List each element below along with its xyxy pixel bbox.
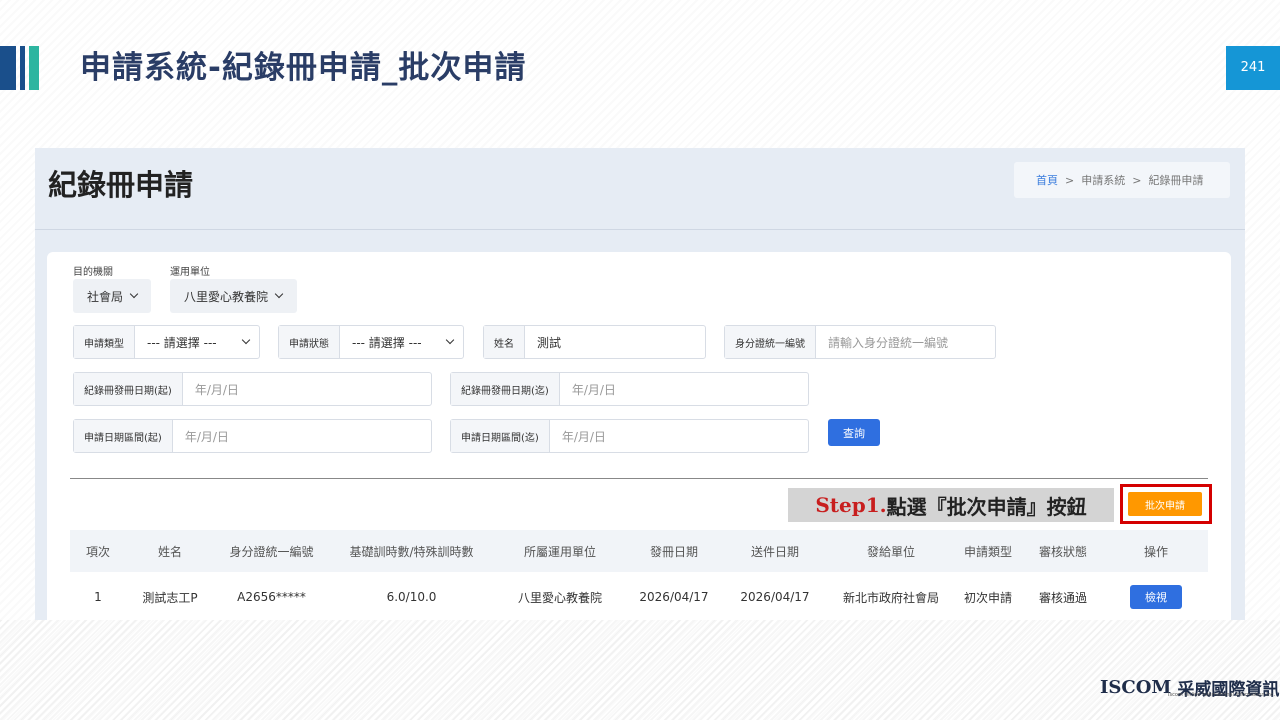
background-texture-bottom — [0, 620, 1280, 720]
name-label: 姓名 — [484, 326, 525, 358]
logo-brand: ISCOM — [1100, 676, 1172, 698]
chevron-down-icon — [241, 335, 251, 345]
breadcrumb-home-link[interactable]: 首頁 — [1036, 172, 1058, 188]
step-instruction: 點選『批次申請』按鈕 — [886, 494, 1087, 519]
apply-date-to-field[interactable]: 申請日期區間(迄) 年/月/日 — [450, 419, 809, 453]
app-screenshot: 紀錄冊申請 首頁 > 申請系統 > 紀錄冊申請 目的機關 社會局 運用單位 八里… — [35, 148, 1245, 620]
id-label: 身分證統一編號 — [725, 326, 816, 358]
page-number: 241 — [1226, 46, 1280, 90]
table-header-cell: 姓名 — [157, 544, 182, 559]
unit-value: 八里愛心教養院 — [184, 289, 269, 304]
table-header-cell: 所屬運用單位 — [523, 544, 596, 559]
step-annotation: Step1. 點選『批次申請』按鈕 — [788, 488, 1114, 522]
chevron-down-icon — [445, 335, 455, 345]
apply-date-to-input[interactable]: 年/月/日 — [550, 420, 808, 452]
slide-title: 申請系統-紀錄冊申請_批次申請 — [80, 50, 527, 86]
row-name: 測試志工P — [142, 590, 198, 605]
table-header-cell: 基礎訓時數/特殊訓時數 — [349, 544, 474, 559]
row-action-cell: 檢視 — [1104, 572, 1208, 620]
agency-select[interactable]: 社會局 — [73, 279, 151, 313]
unit-label: 運用單位 — [170, 267, 210, 278]
issue-date-to-field[interactable]: 紀錄冊發冊日期(迄) 年/月/日 — [450, 372, 809, 406]
name-field[interactable]: 姓名 測試 — [483, 325, 706, 359]
logo-name-en: Iscom Online International Information I… — [1168, 692, 1276, 698]
table-header-cell: 送件日期 — [750, 544, 799, 559]
breadcrumb-current: 紀錄冊申請 — [1148, 174, 1204, 187]
chevron-down-icon — [274, 289, 284, 299]
page-title: 紀錄冊申請 — [48, 168, 194, 202]
breadcrumb-separator: > — [1132, 173, 1142, 187]
row-index: 1 — [94, 590, 102, 604]
id-input[interactable]: 請輸入身分證統一編號 — [816, 326, 995, 358]
issue-date-from-field[interactable]: 紀錄冊發冊日期(起) 年/月/日 — [73, 372, 432, 406]
step-number: Step1. — [815, 493, 887, 517]
table-row: 1 測試志工P A2656***** 6.0/10.0 八里愛心教養院 2026… — [70, 572, 1208, 620]
apply-date-to-label: 申請日期區間(迄) — [451, 420, 550, 452]
query-card: 目的機關 社會局 運用單位 八里愛心教養院 申請類型 --- 請選擇 --- 申… — [47, 252, 1231, 620]
query-button[interactable]: 查詢 — [828, 419, 880, 446]
issue-date-to-label: 紀錄冊發冊日期(迄) — [451, 373, 560, 405]
apply-type-select[interactable]: 申請類型 --- 請選擇 --- — [73, 325, 260, 359]
header-divider — [35, 229, 1245, 230]
row-issuer: 新北市政府社會局 — [842, 590, 939, 605]
issue-date-from-label: 紀錄冊發冊日期(起) — [74, 373, 183, 405]
apply-date-from-field[interactable]: 申請日期區間(起) 年/月/日 — [73, 419, 432, 453]
agency-value: 社會局 — [87, 289, 124, 304]
unit-select[interactable]: 八里愛心教養院 — [170, 279, 297, 313]
row-submit-date: 2026/04/17 — [740, 590, 810, 604]
apply-date-from-label: 申請日期區間(起) — [74, 420, 173, 452]
row-status: 審核通過 — [1038, 590, 1087, 605]
breadcrumb: 首頁 > 申請系統 > 紀錄冊申請 — [1014, 162, 1230, 198]
apply-date-from-input[interactable]: 年/月/日 — [173, 420, 431, 452]
table-header-cell: 項次 — [85, 544, 110, 559]
batch-apply-button[interactable]: 批次申請 — [1128, 492, 1202, 516]
apply-type-label: 申請類型 — [74, 326, 135, 358]
table-header-cell: 身分證統一編號 — [229, 544, 314, 559]
view-button[interactable]: 檢視 — [1130, 585, 1182, 609]
row-unit: 八里愛心教養院 — [517, 590, 602, 605]
issue-date-from-input[interactable]: 年/月/日 — [183, 373, 431, 405]
row-apply-type: 初次申請 — [963, 590, 1012, 605]
breadcrumb-apply-system-link[interactable]: 申請系統 — [1081, 172, 1125, 188]
table-header-cell: 操作 — [1143, 544, 1168, 559]
name-input[interactable]: 測試 — [525, 326, 705, 358]
id-field[interactable]: 身分證統一編號 請輸入身分證統一編號 — [724, 325, 996, 359]
table-header-cell: 發給單位 — [866, 544, 915, 559]
table-header-cell: 發冊日期 — [649, 544, 698, 559]
agency-label: 目的機關 — [73, 267, 113, 278]
row-issue-date: 2026/04/17 — [639, 590, 709, 604]
apply-type-value: --- 請選擇 --- — [147, 335, 217, 350]
breadcrumb-separator: > — [1065, 173, 1075, 187]
table-header: 項次 姓名 身分證統一編號 基礎訓時數/特殊訓時數 所屬運用單位 發冊日期 送件… — [70, 530, 1208, 572]
chevron-down-icon — [129, 289, 139, 299]
row-id: A2656***** — [237, 590, 306, 604]
apply-status-value: --- 請選擇 --- — [352, 335, 422, 350]
table-header-cell: 審核狀態 — [1038, 544, 1087, 559]
card-divider — [70, 478, 1208, 479]
apply-status-select[interactable]: 申請狀態 --- 請選擇 --- — [278, 325, 464, 359]
issue-date-to-input[interactable]: 年/月/日 — [560, 373, 808, 405]
table-header-cell: 申請類型 — [963, 544, 1012, 559]
apply-status-label: 申請狀態 — [279, 326, 340, 358]
row-hours: 6.0/10.0 — [386, 590, 437, 604]
